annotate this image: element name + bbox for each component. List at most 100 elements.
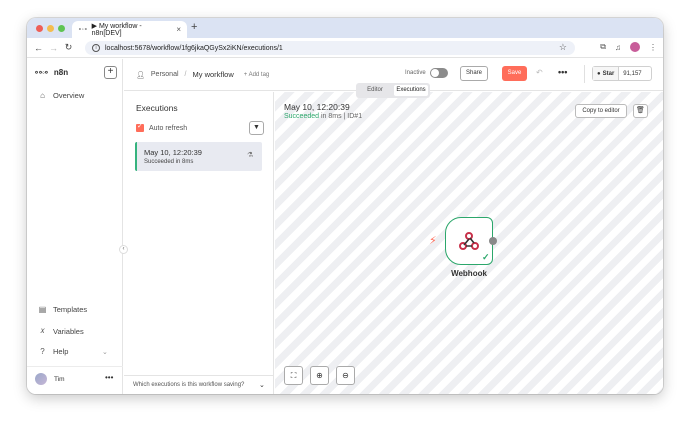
auto-refresh-label: Auto refresh — [149, 124, 188, 132]
executions-title: Executions — [136, 103, 178, 113]
webhook-node[interactable]: ✓ — [445, 217, 493, 265]
github-star-label: Star — [602, 70, 615, 77]
reload-icon[interactable]: ↻ — [61, 42, 76, 53]
auto-refresh-checkbox[interactable]: Auto refresh — [136, 122, 188, 132]
sidebar: ∘∘◦∘ n8n + ⌂ Overview ▤ Templates 𝑥 Vari… — [27, 59, 123, 394]
media-icon[interactable]: ♫ — [615, 43, 621, 52]
editor-executions-switch: Editor Executions — [356, 83, 430, 98]
workflow-menu-icon[interactable]: ••• — [558, 67, 567, 77]
browser-profile-avatar[interactable] — [630, 42, 640, 52]
browser-tab[interactable]: ∘◦∘ ▶ My workflow - n8n[DEV] × — [72, 21, 187, 38]
address-bar[interactable]: i localhost:5678/workflow/1fg6jkaQGySx2i… — [85, 41, 575, 55]
n8n-app: ∘∘◦∘ n8n + ⌂ Overview ▤ Templates 𝑥 Vari… — [27, 59, 663, 394]
status-detail: in 8ms | ID#1 — [319, 113, 363, 120]
workflow-canvas[interactable]: Editor Executions May 10, 12:20:39 Succe… — [275, 83, 663, 394]
n8n-favicon-icon: ∘◦∘ — [78, 27, 88, 33]
share-button[interactable]: Share — [460, 66, 488, 81]
zoom-out-button[interactable]: ⊖ — [336, 366, 355, 385]
execution-date: May 10, 12:20:39 — [144, 148, 202, 157]
github-star-count: 91,157 — [623, 70, 642, 77]
node-output-handle[interactable] — [489, 237, 497, 245]
url-text: localhost:5678/workflow/1fg6jkaQGySx2iKN… — [105, 44, 283, 52]
sidebar-item-label: Variables — [53, 326, 84, 336]
tab-executions[interactable]: Executions — [394, 85, 428, 96]
github-star-button[interactable]: ● Star 91,157 — [592, 66, 652, 81]
user-icon: 👤︎ — [136, 71, 145, 79]
sidebar-item-label: Overview — [53, 91, 85, 100]
sidebar-item-help[interactable]: ? Help ⌄ — [38, 347, 108, 356]
breadcrumb: 👤︎ Personal / My workflow + Add tag — [136, 70, 269, 79]
zoom-in-button[interactable]: ⊕ — [310, 366, 329, 385]
breadcrumb-project[interactable]: Personal — [151, 71, 179, 78]
zoom-to-fit-button[interactable]: ⛶ — [284, 366, 303, 385]
zoom-in-icon: ⊕ — [316, 371, 323, 380]
n8n-logo[interactable]: ∘∘◦∘ n8n — [34, 68, 68, 77]
delete-execution-button[interactable]: 🗑︎ — [633, 104, 648, 118]
tab-close-icon[interactable]: × — [176, 25, 181, 34]
n8n-logo-icon: ∘∘◦∘ — [34, 68, 49, 77]
browser-toolbar: ← → ↻ i localhost:5678/workflow/1fg6jkaQ… — [27, 38, 663, 58]
status-succeeded: Succeeded — [284, 113, 320, 120]
add-tag-link[interactable]: + Add tag — [244, 72, 270, 78]
zoom-out-icon: ⊖ — [342, 371, 349, 380]
trash-icon: 🗑︎ — [636, 107, 645, 114]
trigger-bolt-icon: ⚡︎ — [429, 235, 437, 247]
execution-status: Succeeded in 8ms — [144, 159, 194, 165]
help-icon: ? — [40, 347, 45, 356]
forward-icon[interactable]: → — [46, 43, 61, 53]
execution-detail-status: Succeeded in 8ms | ID#1 — [284, 113, 362, 120]
bookmark-star-icon[interactable]: ☆ — [559, 42, 567, 53]
home-icon: ⌂ — [40, 91, 45, 100]
sidebar-item-label: Help — [53, 347, 69, 356]
brand-name: n8n — [53, 68, 69, 77]
executions-saving-footer[interactable]: Which executions is this workflow saving… — [124, 375, 274, 394]
browser-toolbar-right: ⧉ ♫ ⋮ — [600, 42, 657, 52]
minimize-window-button[interactable] — [47, 25, 54, 32]
sidebar-item-label: Templates — [53, 305, 88, 314]
avatar — [35, 373, 47, 385]
chevron-down-icon: ⌄ — [259, 382, 265, 389]
sidebar-item-overview[interactable]: ⌂ Overview — [38, 91, 84, 100]
new-tab-button[interactable]: + — [191, 21, 197, 33]
close-window-button[interactable] — [36, 25, 43, 32]
collapse-sidebar-button[interactable]: ‹ — [119, 245, 128, 254]
user-name: Tim — [54, 375, 65, 383]
variables-icon: 𝑥 — [40, 326, 45, 335]
maximize-window-button[interactable] — [58, 25, 65, 32]
node-label: Webhook — [451, 269, 487, 278]
create-button[interactable]: + — [104, 66, 117, 79]
copy-to-editor-button[interactable]: Copy to editor — [575, 104, 627, 118]
workflow-name[interactable]: My workflow — [192, 70, 233, 79]
save-button[interactable]: Save — [502, 66, 527, 81]
back-icon[interactable]: ← — [31, 43, 46, 53]
filter-button[interactable]: ▼ — [249, 121, 264, 135]
chevron-down-icon: ⌄ — [102, 348, 108, 356]
sidebar-item-variables[interactable]: 𝑥 Variables — [38, 326, 84, 336]
execution-list-item[interactable]: May 10, 12:20:39 Succeeded in 8ms ⚗ — [135, 142, 262, 171]
header-divider — [584, 65, 585, 83]
active-toggle[interactable] — [430, 68, 448, 78]
checkbox-checked[interactable] — [136, 122, 144, 132]
browser-tab-strip: ∘◦∘ ▶ My workflow - n8n[DEV] × + — [27, 18, 663, 38]
browser-window: ∘◦∘ ▶ My workflow - n8n[DEV] × + ← → ↻ i… — [27, 18, 663, 394]
templates-icon: ▤ — [38, 305, 47, 314]
history-icon[interactable]: ↶ — [536, 68, 543, 77]
extensions-icon[interactable]: ⧉ — [600, 42, 606, 52]
breadcrumb-separator: / — [184, 71, 187, 78]
saving-question: Which executions is this workflow saving… — [133, 382, 245, 388]
tab-editor[interactable]: Editor — [358, 85, 392, 96]
success-check-icon: ✓ — [482, 252, 490, 262]
executions-panel: Executions Auto refresh ▼ May 10, 12:20:… — [124, 92, 274, 394]
sidebar-user[interactable]: Tim — [35, 373, 65, 385]
browser-menu-icon[interactable]: ⋮ — [649, 43, 657, 52]
filter-icon: ▼ — [253, 124, 260, 131]
fit-view-icon: ⛶ — [290, 371, 297, 380]
sidebar-item-templates[interactable]: ▤ Templates — [38, 305, 87, 314]
sidebar-divider — [27, 366, 123, 367]
github-star-label-group: ● Star — [593, 67, 620, 80]
test-flask-icon: ⚗ — [247, 152, 254, 159]
user-menu-icon[interactable]: ••• — [105, 373, 113, 382]
site-info-icon[interactable]: i — [92, 44, 100, 52]
github-icon: ● — [597, 70, 601, 77]
webhook-icon — [459, 232, 479, 250]
